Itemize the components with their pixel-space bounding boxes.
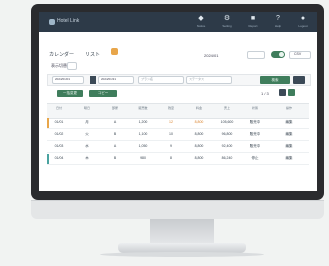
header-date[interactable]: 日付 xyxy=(47,106,71,110)
nav-label-logout: Logout xyxy=(298,24,308,28)
cell-status: 販売中 xyxy=(249,120,261,124)
monitor-stand-neck xyxy=(150,219,214,243)
table-row[interactable]: 01/03 水 A 1,050 9 8,800 92,400 販売中 編集 xyxy=(47,142,309,153)
user-icon[interactable]: ● xyxy=(298,15,308,23)
cell-day: 月 xyxy=(85,120,89,124)
cell-room: B xyxy=(113,132,117,136)
cart-icon[interactable] xyxy=(111,48,118,55)
cell-sales: 92,400 xyxy=(221,144,233,148)
cell-status: 販売中 xyxy=(249,144,261,148)
bulk-edit-button[interactable]: 一括変更 xyxy=(57,90,83,97)
nav-label-help: Help xyxy=(274,24,282,28)
header-sold[interactable]: 販売数 xyxy=(131,106,155,110)
cell-room: B xyxy=(113,156,117,160)
tab-list[interactable]: リスト xyxy=(85,51,100,58)
cell-date: 01/01 xyxy=(54,120,64,124)
status-field[interactable]: ステータス xyxy=(186,76,232,84)
cell-status: 販売中 xyxy=(249,132,261,136)
table-header: 日付 曜日 部屋 販売数 残室 料金 売上 状態 操作 xyxy=(47,103,309,119)
date-field[interactable] xyxy=(247,51,265,59)
plan-field[interactable]: プラン名 xyxy=(138,76,184,84)
cell-room: A xyxy=(113,144,117,148)
cell-sales: 86,240 xyxy=(221,156,233,160)
tab-calendar[interactable]: カレンダー xyxy=(49,51,74,58)
cell-sold: 980 xyxy=(140,156,146,160)
cell-left: 12 xyxy=(169,120,173,124)
nav-label-setting: Setting xyxy=(222,24,232,28)
cell-date: 01/03 xyxy=(54,144,64,148)
cell-action[interactable]: 編集 xyxy=(277,156,301,161)
cell-price: 8,800 xyxy=(194,156,204,160)
cell-sales: 105,600 xyxy=(220,120,234,124)
chart-icon[interactable]: ■ xyxy=(248,15,258,23)
help-icon[interactable]: ? xyxy=(273,15,283,23)
cell-date: 01/04 xyxy=(54,156,64,160)
cell-sold: 1,200 xyxy=(138,120,148,124)
view-select[interactable] xyxy=(67,62,77,70)
cell-day: 水 xyxy=(85,144,89,148)
cell-price: 8,800 xyxy=(194,132,204,136)
cell-left: 10 xyxy=(169,132,173,136)
date-from-field[interactable]: 2024/01/01 xyxy=(52,76,84,84)
view-toggle[interactable] xyxy=(271,51,285,58)
status-placeholder: ステータス xyxy=(189,77,205,81)
view-switch-label: 表示切替 xyxy=(51,63,67,68)
header-price[interactable]: 料金 xyxy=(187,106,211,110)
header-day[interactable]: 曜日 xyxy=(75,106,99,110)
cell-day: 火 xyxy=(85,132,89,136)
cell-status: 停止 xyxy=(251,156,259,160)
monitor-shadow xyxy=(100,252,264,257)
cell-sold: 1,050 xyxy=(138,144,148,148)
cell-day: 木 xyxy=(85,156,89,160)
bell-icon[interactable]: ◆ xyxy=(196,15,206,23)
cell-action[interactable]: 編集 xyxy=(277,120,301,125)
cell-action[interactable]: 編集 xyxy=(277,144,301,149)
cell-sold: 1,100 xyxy=(138,132,148,136)
brand-logo-icon xyxy=(49,19,55,25)
plan-placeholder: プラン名 xyxy=(141,77,154,81)
prev-page-button[interactable] xyxy=(279,89,286,96)
screen: Hotel Link ◆ Notice ⚙ Setting ■ Report ?… xyxy=(39,12,317,191)
search-button[interactable]: 検索 xyxy=(260,76,290,84)
header-status[interactable]: 状態 xyxy=(243,106,267,110)
date-to-field[interactable]: 2024/01/31 xyxy=(98,76,134,84)
copy-button[interactable]: コピー xyxy=(89,90,117,97)
header-room[interactable]: 部屋 xyxy=(103,106,127,110)
header-sales[interactable]: 売上 xyxy=(215,106,239,110)
cell-action[interactable]: 編集 xyxy=(277,132,301,137)
cell-price: 8,800 xyxy=(194,120,204,124)
cell-price: 8,800 xyxy=(194,144,204,148)
next-page-button[interactable] xyxy=(288,89,295,96)
table-row[interactable]: 01/02 火 B 1,100 10 8,800 96,800 販売中 編集 xyxy=(47,130,309,141)
nav-label-notice: Notice xyxy=(196,24,206,28)
cell-left: 8 xyxy=(170,156,172,160)
header-left[interactable]: 残室 xyxy=(159,106,183,110)
nav-label-report: Report xyxy=(248,24,258,28)
top-bar: Hotel Link ◆ Notice ⚙ Setting ■ Report ?… xyxy=(39,12,317,32)
calendar-icon[interactable] xyxy=(90,76,96,84)
table-row[interactable]: 01/01 月 A 1,200 12 8,800 105,600 販売中 編集 xyxy=(47,118,309,129)
table-row[interactable]: 01/04 木 B 980 8 8,800 86,240 停止 編集 xyxy=(47,154,309,165)
cell-left: 9 xyxy=(170,144,172,148)
brand-text: Hotel Link xyxy=(57,18,80,24)
page-indicator: 1 / 3 xyxy=(261,91,269,96)
date-label: 2024/01 xyxy=(204,53,219,58)
date-to-value: 2024/01/31 xyxy=(101,77,117,81)
gear-icon[interactable]: ⚙ xyxy=(222,15,232,23)
export-label: CSV xyxy=(294,52,302,56)
date-from-value: 2024/01/01 xyxy=(55,77,71,81)
clear-button[interactable] xyxy=(293,76,305,84)
export-button[interactable]: CSV xyxy=(289,51,311,59)
cell-room: A xyxy=(113,120,117,124)
cell-date: 01/02 xyxy=(54,132,64,136)
monitor-chin xyxy=(31,200,324,219)
filter-bar: 2024/01/01 2024/01/31 プラン名 ステータス 検索 xyxy=(47,74,311,86)
header-action[interactable]: 操作 xyxy=(277,106,301,110)
cell-sales: 96,800 xyxy=(221,132,233,136)
